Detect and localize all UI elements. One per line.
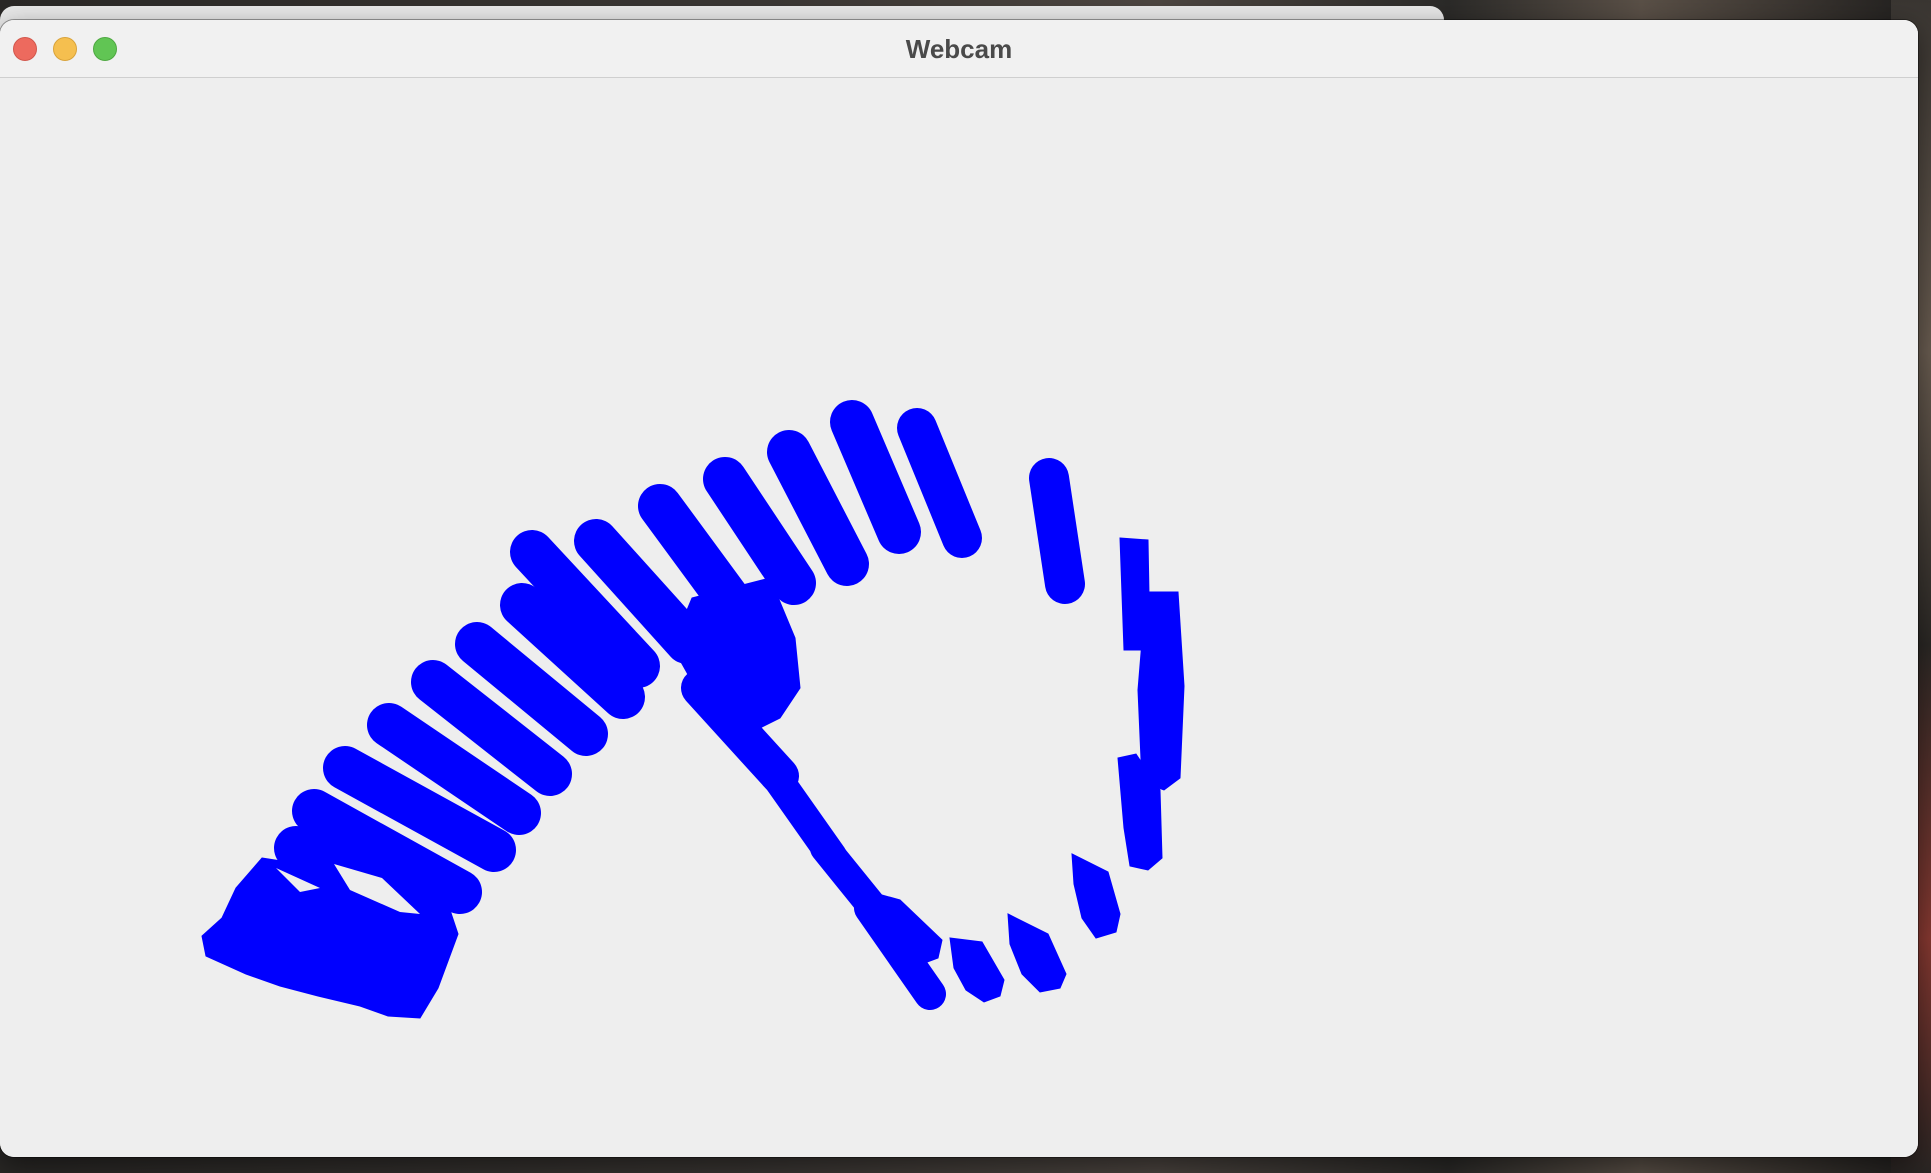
title-bar[interactable]: Webcam [0, 20, 1918, 78]
mask-block [949, 937, 1005, 1003]
mask-stroke [703, 457, 816, 605]
mask-block [1007, 913, 1067, 993]
webcam-window: Webcam [0, 20, 1918, 1157]
mask-stroke [767, 430, 869, 586]
mask-block [1137, 591, 1185, 791]
mask-stroke [830, 400, 921, 554]
mask-stroke [897, 408, 982, 558]
window-title: Webcam [905, 34, 1013, 64]
webcam-frame [0, 78, 1918, 1157]
mask-block [1071, 853, 1121, 939]
blue-mask-image [201, 400, 1185, 1019]
mask-stroke [1029, 458, 1085, 604]
